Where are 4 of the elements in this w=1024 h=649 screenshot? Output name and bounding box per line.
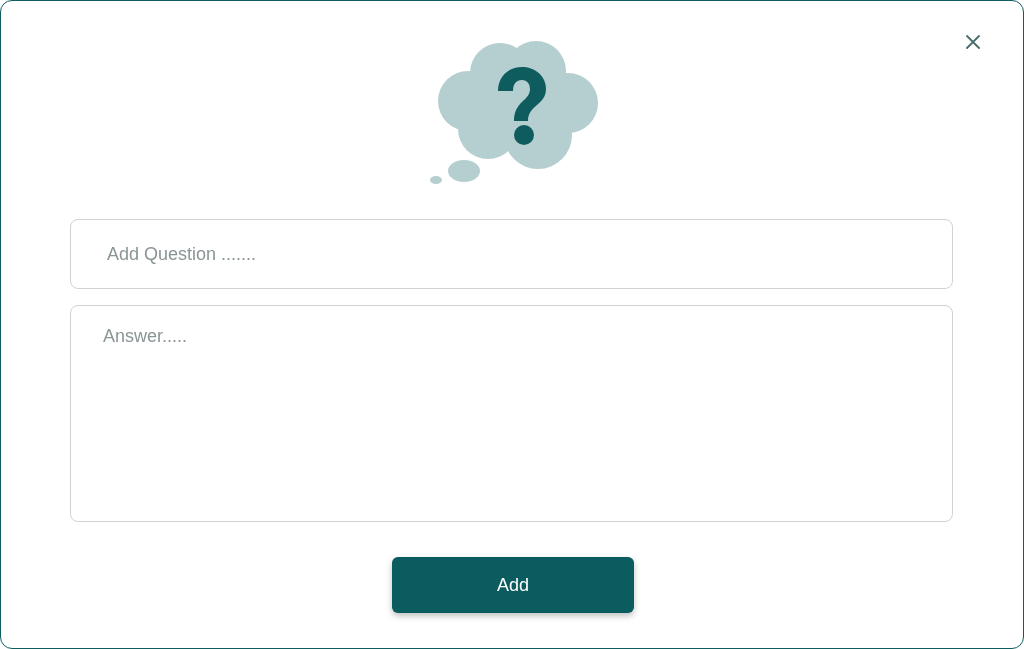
close-icon[interactable] [966,35,980,49]
question-field[interactable]: Add Question ....... [70,219,953,289]
add-button[interactable]: Add [392,557,634,613]
answer-field[interactable]: Answer..... [70,305,953,522]
